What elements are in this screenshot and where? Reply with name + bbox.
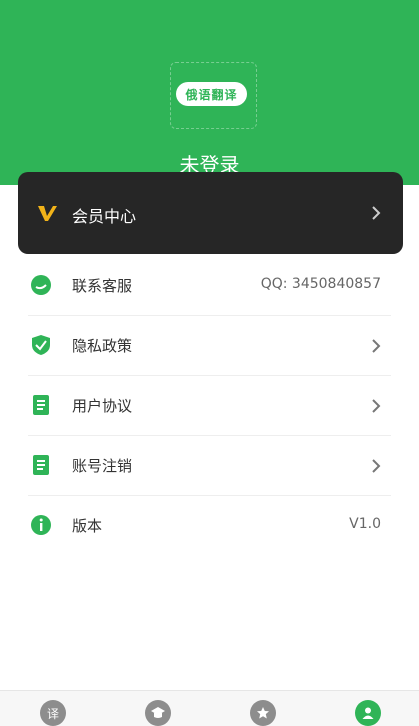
chevron-right-icon [372,459,381,473]
menu-item-label: 联系客服 [72,277,133,295]
menu-item-account-deletion[interactable]: 账号注销 [28,436,391,496]
menu-item-label: 账号注销 [72,457,133,475]
document-icon [33,395,49,415]
menu-item-contact-support[interactable]: 联系客服 QQ: 3450840857 [28,256,391,316]
shield-check-icon [32,335,50,355]
tab-learn[interactable] [145,700,171,726]
graduation-cap-icon [151,707,165,718]
tab-profile[interactable] [355,700,381,726]
star-icon [257,707,269,719]
document-icon [33,455,49,475]
chevron-right-icon [372,339,381,353]
menu-item-version: 版本 V1.0 [28,496,391,555]
menu-item-label: 版本 [72,517,103,535]
qq-number: QQ: 3450840857 [260,276,381,292]
menu-item-label: 隐私政策 [72,337,133,355]
translate-icon: 译 [46,706,59,721]
menu-item-privacy-policy[interactable]: 隐私政策 [28,316,391,376]
chat-bubble-icon [31,275,51,295]
version-value: V1.0 [349,516,381,532]
tab-translate[interactable]: 译 [40,700,66,726]
bottom-tab-bar: 译 [0,690,419,726]
user-icon [362,707,374,719]
menu-item-user-agreement[interactable]: 用户协议 [28,376,391,436]
chevron-right-icon [372,206,381,220]
vip-center-card[interactable]: 会员中心 [18,172,403,254]
app-logo: 俄语翻译 [176,82,247,106]
settings-menu: 联系客服 QQ: 3450840857 隐私政策 用户协议 账号注销 版本 V1… [0,256,419,555]
vip-center-label: 会员中心 [72,207,137,226]
info-icon [31,515,51,535]
vip-v-icon [38,206,57,221]
tab-favorites[interactable] [250,700,276,726]
menu-item-label: 用户协议 [72,397,133,415]
profile-header: 俄语翻译 未登录 [0,0,419,185]
chevron-right-icon [372,399,381,413]
